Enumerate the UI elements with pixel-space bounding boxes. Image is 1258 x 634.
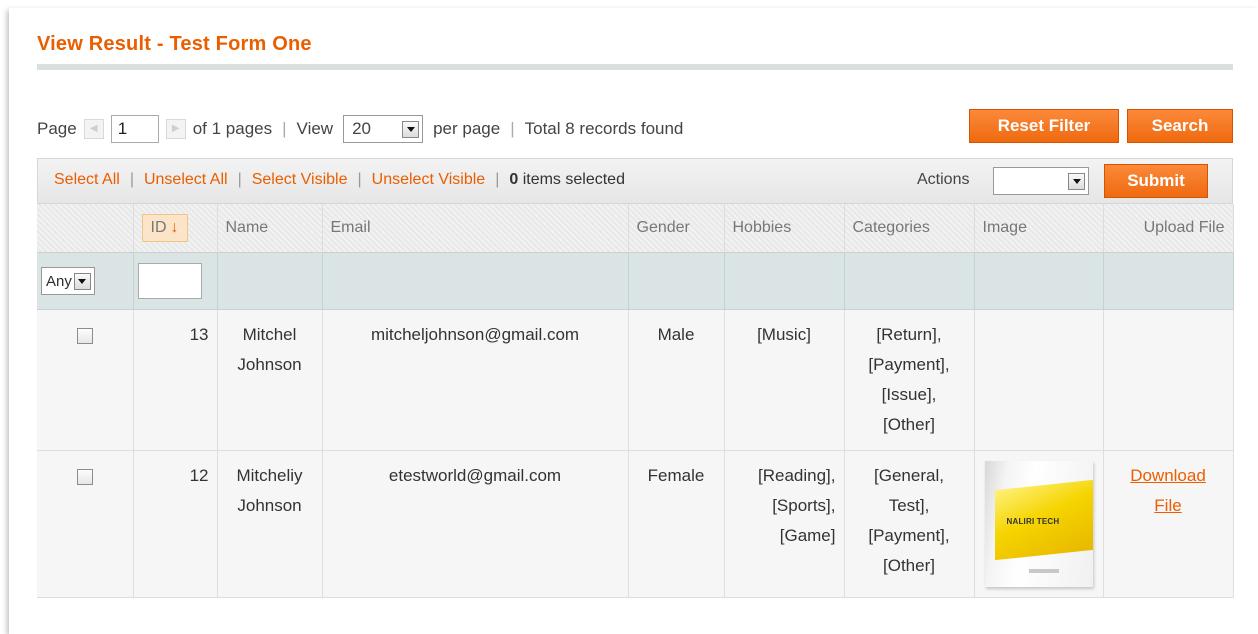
of-pages-text: of 1 pages: [192, 119, 273, 138]
cell-email: etestworld@gmail.com: [322, 450, 629, 598]
pager: Page ◀ ▶ of 1 pages | View 20 per page |…: [37, 113, 683, 145]
cell-upload-file: Download File: [1103, 450, 1234, 598]
massaction-links: Select All | Unselect All | Select Visible | U…: [54, 171, 625, 188]
search-button[interactable]: Search: [1127, 109, 1233, 143]
total-records-text: Total 8 records found: [524, 119, 684, 138]
view-label: View: [296, 119, 334, 138]
unselect-visible-link[interactable]: Unselect Visible: [372, 171, 486, 188]
massaction-filter-value: Any: [46, 272, 72, 290]
column-header-email[interactable]: Email: [322, 204, 629, 253]
unselect-all-link[interactable]: Unselect All: [144, 171, 228, 188]
row-checkbox[interactable]: [76, 469, 93, 485]
actions-select[interactable]: [993, 167, 1089, 195]
cell-hobbies: [Reading], [Sports], [Game]: [724, 450, 845, 598]
pager-separator: |: [282, 119, 287, 138]
column-header-categories[interactable]: Categories: [844, 204, 975, 253]
cell-gender: Male: [628, 309, 725, 451]
massaction-filter-select[interactable]: Any: [41, 267, 95, 295]
chevron-down-icon[interactable]: [73, 272, 91, 290]
prev-page-icon[interactable]: ◀: [83, 119, 104, 139]
sort-arrow-icon: ↓: [170, 219, 179, 236]
next-page-icon[interactable]: ▶: [165, 119, 186, 139]
row-checkbox[interactable]: [76, 328, 93, 344]
cell-categories: [Return], [Payment], [Issue], [Other]: [844, 309, 975, 451]
title-divider: [37, 64, 1233, 70]
page-number-input[interactable]: [110, 115, 159, 143]
per-page-select[interactable]: 20: [343, 115, 424, 143]
table-row: 12 Mitcheliy Johnson etestworld@gmail.com…: [37, 450, 1234, 598]
selected-count-suffix: items selected: [522, 171, 625, 188]
filter-row: Any: [37, 252, 1234, 310]
cell-categories: [General, Test], [Payment], [Other]: [844, 450, 975, 598]
cell-image: [974, 309, 1104, 451]
page-title: View Result - Test Form One: [37, 33, 312, 55]
reset-filter-button[interactable]: Reset Filter: [969, 109, 1119, 143]
per-page-label: per page: [433, 119, 501, 138]
cell-name: Mitchel Johnson: [217, 309, 323, 451]
product-box-image[interactable]: NALIRI TECH: [984, 461, 1093, 587]
items-selected-count: 0 items selected: [509, 171, 625, 188]
column-header-hobbies[interactable]: Hobbies: [724, 204, 845, 253]
cell-email: mitcheljohnson@gmail.com: [322, 309, 629, 451]
select-visible-link[interactable]: Select Visible: [252, 171, 348, 188]
cell-image: NALIRI TECH: [974, 450, 1104, 598]
id-filter-input[interactable]: [137, 263, 202, 299]
image-logo-text: NALIRI TECH: [1006, 517, 1060, 526]
chevron-down-icon[interactable]: [1068, 172, 1085, 190]
cell-upload-file: [1103, 309, 1234, 451]
cell-gender: Female: [628, 450, 725, 598]
page-label: Page: [37, 119, 77, 138]
chevron-down-icon[interactable]: [402, 120, 420, 138]
massaction-bar: Select All | Unselect All | Select Visible | U…: [37, 158, 1233, 204]
download-file-link[interactable]: Download File: [1110, 461, 1227, 521]
cell-id: 12: [133, 450, 218, 598]
actions-label: Actions: [917, 171, 970, 188]
submit-button[interactable]: Submit: [1104, 164, 1208, 198]
column-header-gender[interactable]: Gender: [628, 204, 725, 253]
grid-header-row: ID ↓ Name Email Gender Hobbies Categories…: [37, 204, 1234, 253]
selected-count-number: 0: [509, 171, 519, 188]
column-header-name[interactable]: Name: [217, 204, 323, 253]
select-all-link[interactable]: Select All: [54, 171, 120, 188]
column-header-massaction: [37, 204, 134, 253]
cell-id: 13: [133, 309, 218, 451]
cell-name: Mitcheliy Johnson: [217, 450, 323, 598]
per-page-value: 20: [352, 119, 371, 138]
table-row: 13 Mitchel Johnson mitcheljohnson@gmail.c…: [37, 309, 1234, 451]
cell-hobbies: [Music]: [724, 309, 845, 451]
pager-separator: |: [510, 119, 515, 138]
column-header-upload-file[interactable]: Upload File: [1103, 204, 1234, 253]
results-grid: ID ↓ Name Email Gender Hobbies Categories…: [37, 204, 1234, 598]
column-header-id[interactable]: ID ↓: [133, 204, 218, 253]
column-header-image[interactable]: Image: [974, 204, 1104, 253]
